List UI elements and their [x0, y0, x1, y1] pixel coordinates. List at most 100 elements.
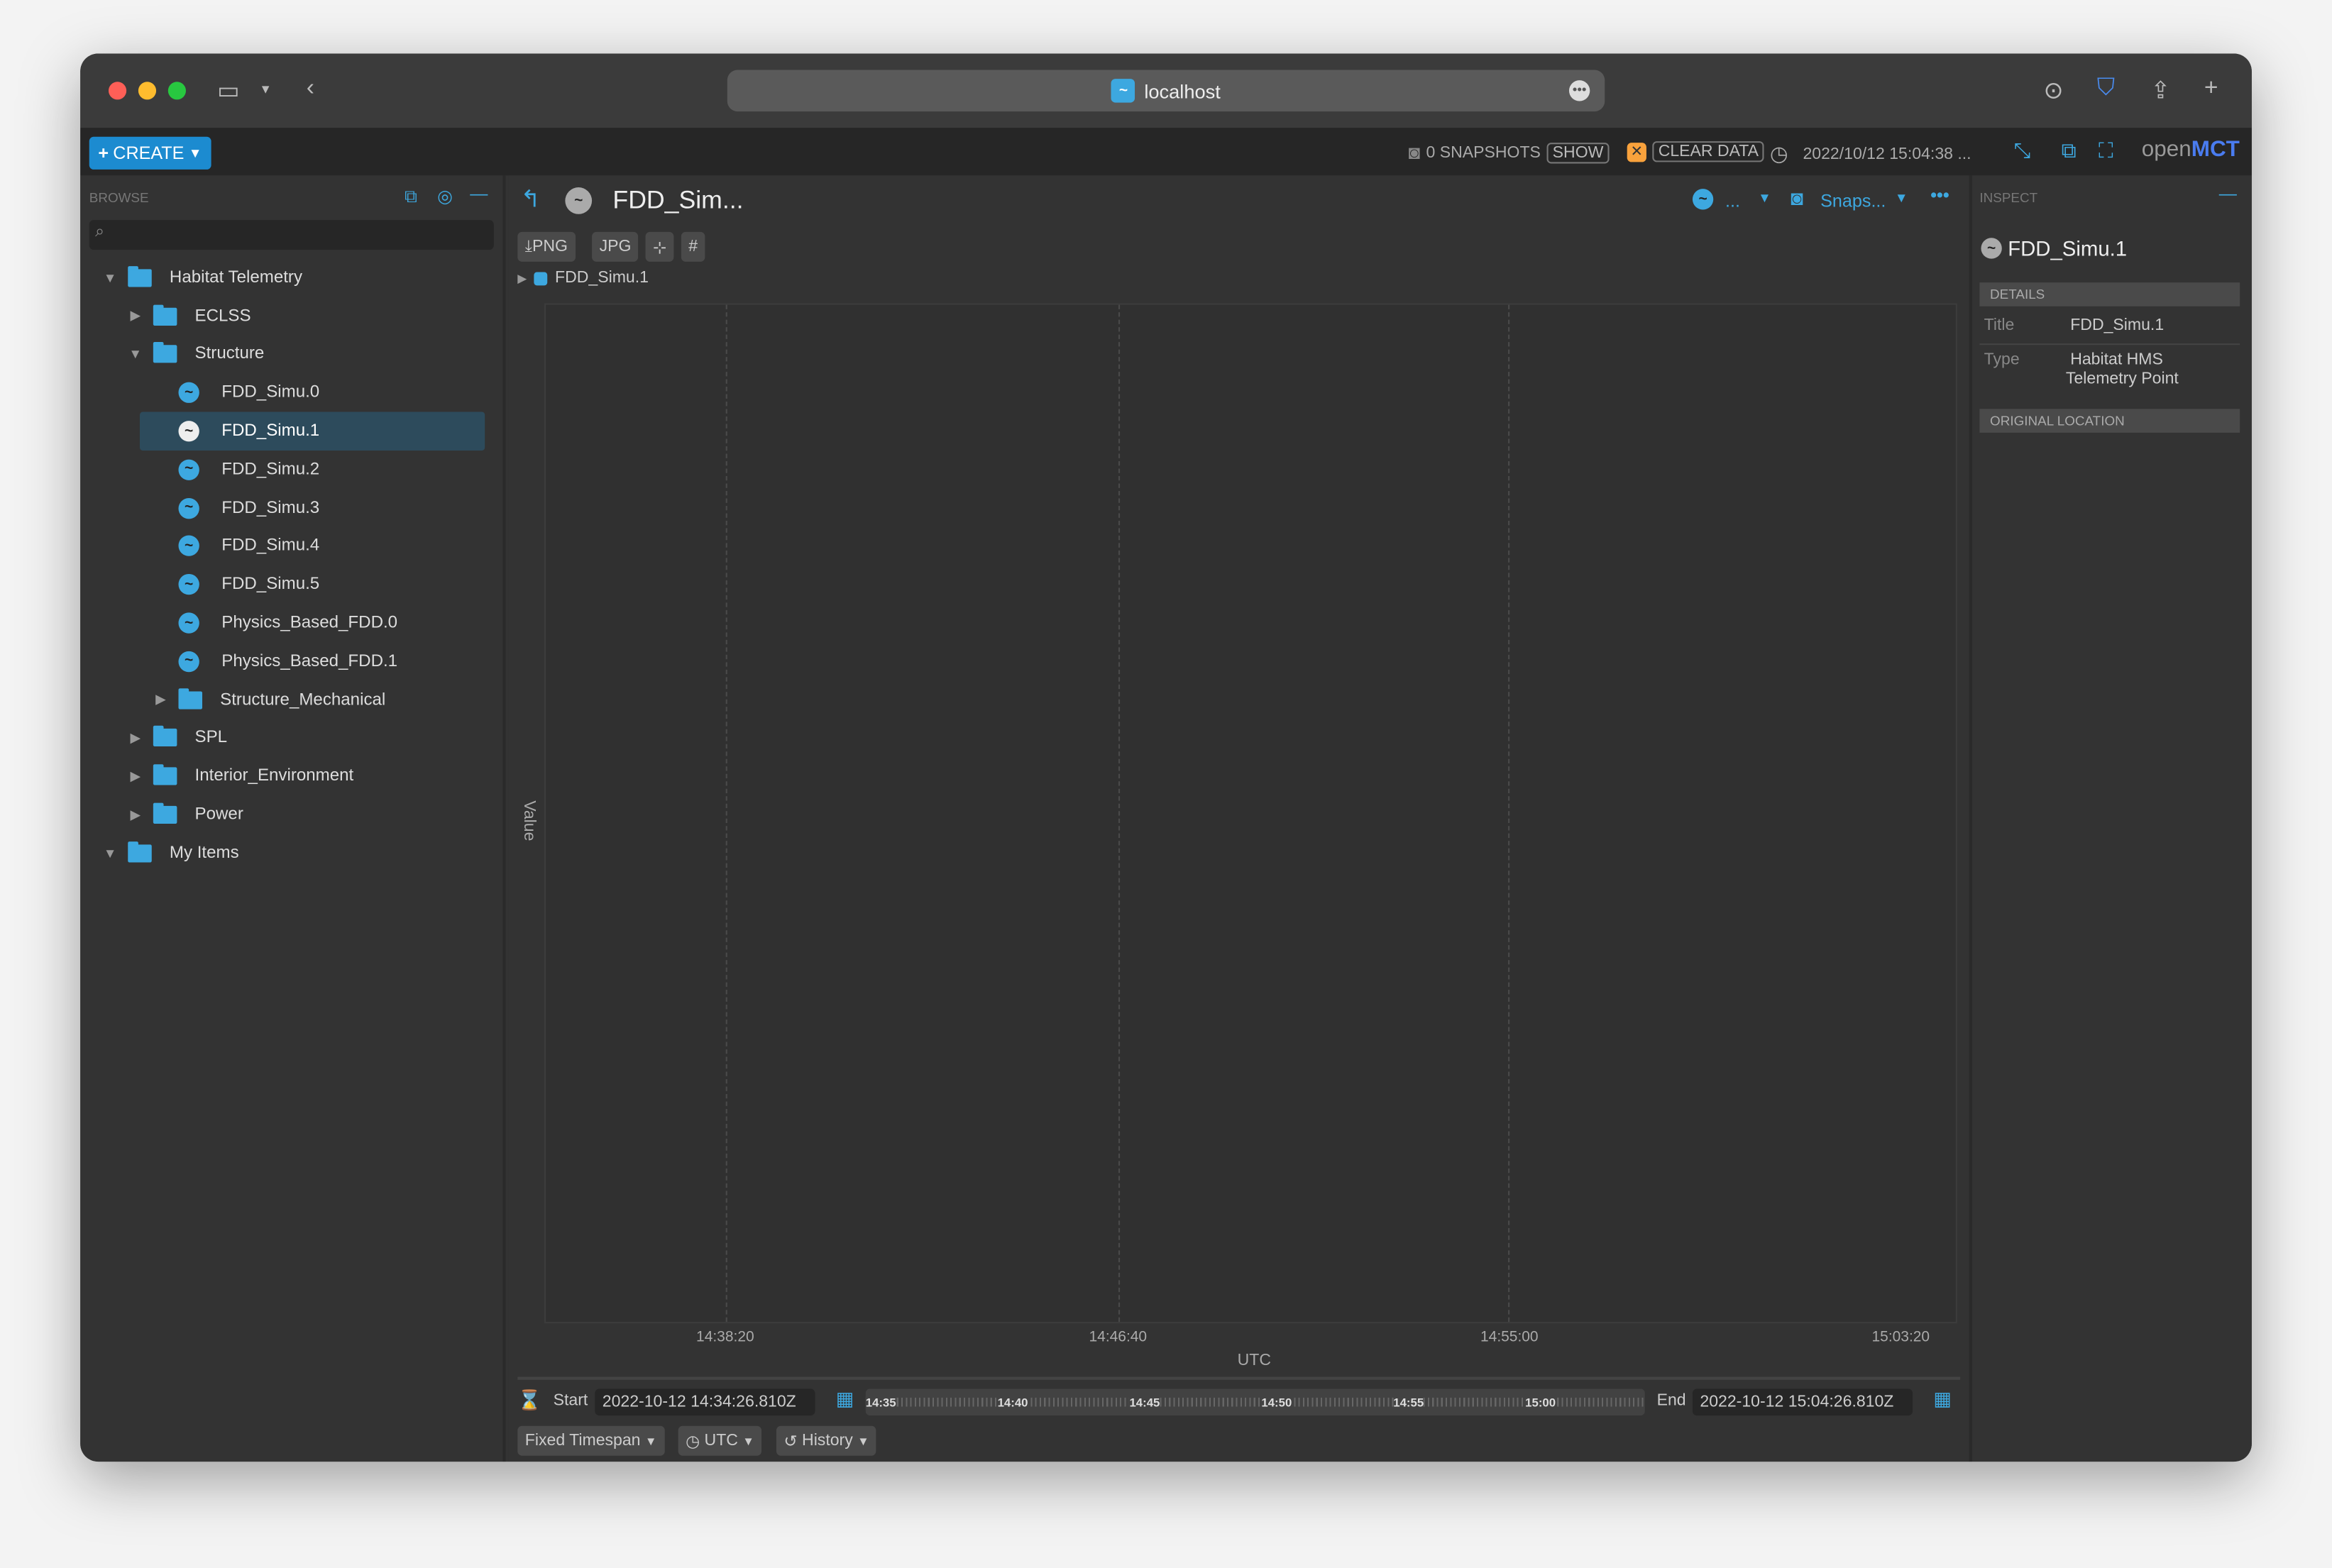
more-actions-icon[interactable]: ••• [1930, 184, 1949, 205]
tree-item[interactable]: ▶ Interior_Environment [80, 757, 505, 795]
tree-item-label: My Items [169, 844, 239, 863]
tree-item[interactable]: ▼ Structure [80, 336, 505, 374]
folder-icon [153, 304, 177, 326]
close-window-button[interactable] [108, 82, 127, 100]
new-tab-icon[interactable]: ⧉ [405, 186, 417, 208]
export-png-button[interactable]: ⤓ PNG [517, 231, 576, 262]
tree-item[interactable]: ▶ Structure_Mechanical [80, 680, 505, 719]
tree-item[interactable]: ~ Physics_Based_FDD.1 [80, 642, 505, 680]
tree-item[interactable]: ~ FDD_Simu.2 [80, 451, 505, 489]
clock-readout: 2022/10/12 15:04:38 ... [1803, 145, 1971, 163]
tree-item-label: FDD_Simu.4 [221, 537, 320, 556]
folder-icon [128, 841, 152, 863]
telemetry-icon: ~ [178, 574, 199, 595]
view-switcher[interactable]: ... [1725, 190, 1740, 211]
expand-arrow-icon[interactable]: ▶ [126, 308, 144, 324]
object-tree: ▼ Habitat Telemetry ▶ ECLSS ▼ Structure ~ FDD_S… [80, 259, 505, 873]
tree-item[interactable]: ~ FDD_Simu.3 [80, 489, 505, 527]
tree-item[interactable]: ▼ My Items [80, 834, 505, 873]
expand-arrow-icon[interactable]: ▶ [126, 768, 144, 785]
back-icon[interactable]: ‹ [307, 76, 314, 103]
chevron-down-icon[interactable]: ▼ [1895, 190, 1908, 205]
tree-item[interactable]: ▶ SPL [80, 719, 505, 757]
tree-item-label: Physics_Based_FDD.0 [221, 614, 398, 632]
tree-item[interactable]: ~ FDD_Simu.5 [80, 565, 505, 604]
fullscreen-icon[interactable]: ⛶ [2099, 138, 2113, 164]
search-icon: ⌕ [95, 223, 105, 241]
new-window-icon[interactable]: ⧉ [2062, 138, 2077, 164]
new-tab-icon[interactable]: + [2204, 76, 2218, 103]
telemetry-icon: ~ [178, 497, 199, 519]
calendar-icon[interactable]: ▦ [836, 1387, 854, 1411]
tree-item[interactable]: ~ FDD_Simu.0 [80, 374, 505, 412]
mode-dropdown[interactable]: Fixed Timespan ▼ [517, 1425, 664, 1456]
folder-icon [153, 764, 177, 786]
divider [1979, 343, 2240, 346]
sidebar-toggle-icon[interactable]: ▭ [217, 76, 240, 106]
x-tick-label: 15:03:20 [1871, 1329, 1930, 1346]
time-tick-label: 14:50 [1261, 1395, 1292, 1409]
collapse-icon[interactable]: ⤡ [2014, 138, 2030, 164]
expand-icon[interactable]: ▶ [517, 271, 527, 285]
tree-item[interactable]: ▼ Habitat Telemetry [80, 259, 505, 297]
collapse-pane-button[interactable]: — [470, 183, 488, 204]
tree-item[interactable]: ~ FDD_Simu.4 [80, 527, 505, 565]
timesystem-dropdown[interactable]: ◷ UTC ▼ [678, 1425, 762, 1456]
up-arrow-icon[interactable]: ↰ [520, 184, 540, 214]
chevron-down-icon[interactable]: ▾ [262, 82, 270, 98]
folder-icon [128, 265, 152, 287]
tree-item[interactable]: ▶ ECLSS [80, 297, 505, 336]
minimize-window-button[interactable] [138, 82, 157, 100]
collapse-pane-button[interactable]: — [2219, 183, 2237, 204]
telemetry-icon: ~ [178, 382, 199, 404]
collapse-arrow-icon[interactable]: ▼ [101, 270, 119, 285]
camera-icon[interactable]: ◙ [1791, 186, 1803, 210]
end-label: End [1656, 1391, 1686, 1410]
expand-arrow-icon[interactable]: ▶ [126, 807, 144, 823]
snapshot-count: 0 SNAPSHOTS [1426, 143, 1541, 162]
tree-item[interactable]: ~ Physics_Based_FDD.0 [80, 604, 505, 642]
show-snapshots-button[interactable]: SHOW [1546, 142, 1610, 163]
title-key: Title [1984, 316, 2015, 335]
calendar-icon[interactable]: ▦ [1933, 1387, 1952, 1411]
zoom-window-button[interactable] [167, 82, 186, 100]
inspected-object-name: FDD_Simu.1 [2008, 236, 2128, 260]
tree-item-label: Physics_Based_FDD.1 [221, 652, 398, 670]
clock-dropdown[interactable]: ↺ History ▼ [776, 1425, 877, 1456]
share-icon[interactable]: ⇪ [2150, 76, 2170, 106]
legend-label: FDD_Simu.1 [555, 269, 649, 287]
chevron-down-icon[interactable]: ▼ [1758, 190, 1771, 205]
tree-item[interactable]: ~ FDD_Simu.1 [139, 412, 485, 451]
plot-area[interactable] [544, 303, 1957, 1324]
folder-icon [178, 688, 203, 709]
shield-icon[interactable]: ⛉ [2097, 76, 2115, 103]
create-button[interactable]: + CREATE ▼ [89, 136, 211, 170]
start-time-input[interactable]: 2022-10-12 14:34:26.810Z [595, 1388, 815, 1416]
export-jpg-button[interactable]: JPG [592, 231, 639, 262]
expand-arrow-icon[interactable]: ▶ [126, 730, 144, 746]
type-value-line2: Telemetry Point [2065, 370, 2179, 388]
create-label: CREATE [113, 143, 185, 164]
snapshot-button[interactable]: Snaps... [1820, 190, 1886, 211]
view-switcher-icon[interactable]: ~ [1692, 189, 1714, 210]
search-input[interactable]: ⌕ [89, 220, 494, 250]
telemetry-icon: ~ [178, 612, 199, 634]
expand-arrow-icon[interactable]: ▶ [152, 692, 170, 708]
address-bar[interactable]: ~ localhost ••• [727, 70, 1605, 112]
plot-legend[interactable]: ▶ FDD_Simu.1 [517, 269, 649, 287]
telemetry-icon: ~ [178, 536, 199, 557]
grid-toggle-button[interactable]: # [681, 231, 705, 262]
locate-icon[interactable]: ◎ [437, 186, 453, 206]
cursor-guide-button[interactable]: ⊹ [645, 231, 674, 262]
end-time-input[interactable]: 2022-10-12 15:04:26.810Z [1692, 1388, 1913, 1416]
title-bar: ▭ ▾ ‹ ~ localhost ••• ⊙ ⛉ ⇪ + [80, 53, 2252, 128]
collapse-arrow-icon[interactable]: ▼ [126, 347, 144, 362]
y-axis-label: Value [519, 800, 538, 841]
clear-data-button[interactable]: CLEAR DATA [1652, 141, 1765, 162]
more-icon[interactable]: ••• [1568, 80, 1590, 101]
tree-item-label: Structure_Mechanical [220, 690, 386, 709]
time-axis[interactable]: 14:35 14:40 14:45 14:50 14:55 15:00 [865, 1388, 1645, 1416]
download-icon[interactable]: ⊙ [2043, 76, 2063, 106]
tree-item[interactable]: ▶ Power [80, 796, 505, 834]
collapse-arrow-icon[interactable]: ▼ [101, 846, 119, 861]
